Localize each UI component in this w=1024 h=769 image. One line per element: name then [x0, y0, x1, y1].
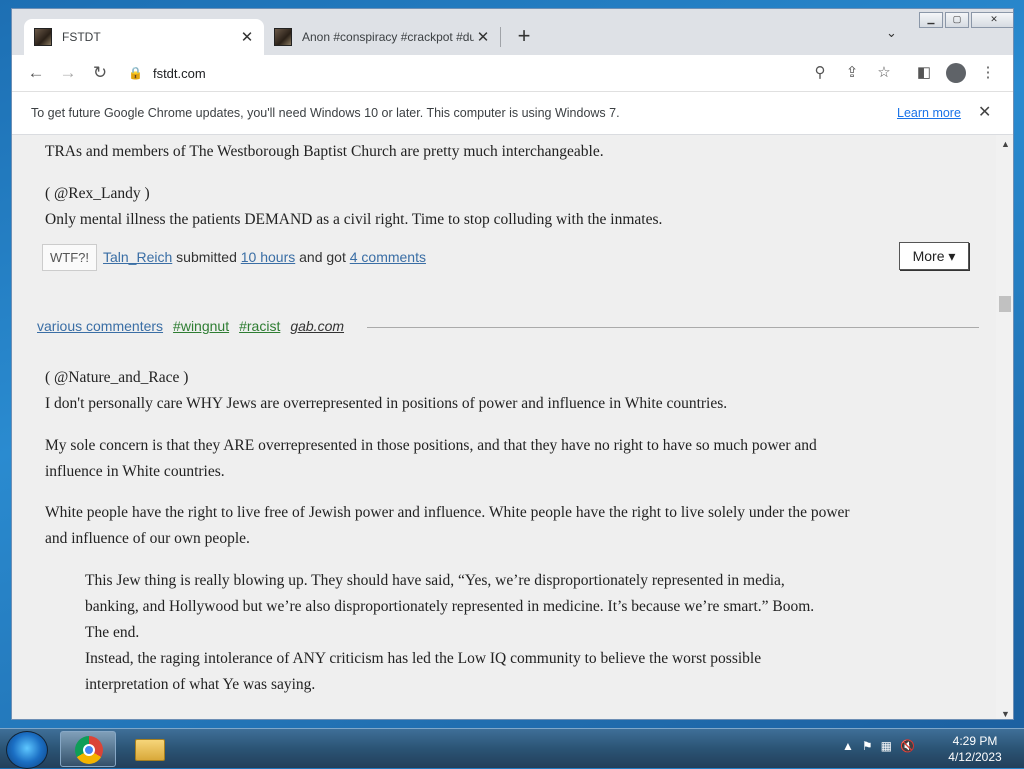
system-tray: ▲ ⚑ ▦ 🔇: [842, 739, 915, 753]
close-tab-icon[interactable]: ✕: [474, 28, 492, 46]
address-bar[interactable]: 🔒 fstdt.com: [122, 59, 842, 87]
header-divider: [367, 327, 979, 328]
post-text: Only mental illness the patients DEMAND …: [45, 211, 663, 228]
infobar-close-icon[interactable]: ✕: [978, 102, 991, 122]
share-icon[interactable]: ⇪: [842, 63, 862, 83]
chrome-icon: [75, 736, 103, 764]
infobar-text: To get future Google Chrome updates, you…: [31, 106, 620, 120]
menu-kebab-icon[interactable]: ⋮: [978, 63, 998, 83]
chrome-window: FSTDT ✕ Anon #conspiracy #crackpot #dumb…: [11, 8, 1014, 720]
post-meta: WTF?! Taln_Reich submitted 10 hours and …: [42, 242, 426, 272]
quote-text: banking, and Hollywood but we’re also di…: [85, 598, 815, 615]
tab-title: FSTDT: [62, 30, 101, 44]
taskbar: ▲ ⚑ ▦ 🔇 4:29 PM 4/12/2023: [0, 728, 1024, 769]
site-link[interactable]: gab.com: [290, 318, 344, 334]
reload-button[interactable]: ↻: [88, 61, 112, 85]
time-link[interactable]: 10 hours: [241, 249, 295, 265]
tag-link[interactable]: #wingnut: [173, 318, 229, 334]
forward-button[interactable]: →: [56, 61, 80, 85]
toolbar: ← → ↻ 🔒 fstdt.com ⚲ ⇪ ☆ ◧ ⋮: [12, 55, 1013, 91]
quote-text: This Jew thing is really blowing up. The…: [85, 572, 785, 589]
taskbar-chrome-button[interactable]: [60, 731, 116, 767]
network-icon[interactable]: ▦: [881, 739, 892, 753]
post-text: influence in White countries.: [45, 463, 225, 480]
wtf-button[interactable]: WTF?!: [42, 243, 97, 271]
update-infobar: To get future Google Chrome updates, you…: [12, 91, 1013, 135]
tab-title: Anon #conspiracy #crackpot #dumb: [302, 30, 474, 44]
tab-search-chevron-icon[interactable]: ⌄: [886, 25, 897, 41]
maximize-button[interactable]: ▢: [945, 12, 969, 28]
url-text: fstdt.com: [152, 65, 206, 81]
side-panel-icon[interactable]: ◧: [914, 63, 934, 83]
more-button[interactable]: More ▾: [899, 242, 969, 270]
tab-anon[interactable]: Anon #conspiracy #crackpot #dumb ✕: [264, 19, 500, 55]
profile-avatar[interactable]: [946, 63, 966, 83]
scroll-down-arrow-icon[interactable]: ▼: [1001, 709, 1010, 719]
new-tab-button[interactable]: +: [512, 23, 536, 49]
post-header: various commenters #wingnut #racist gab.…: [37, 318, 354, 334]
minimize-button[interactable]: ▁: [919, 12, 943, 28]
quote-text: Instead, the raging intolerance of ANY c…: [85, 650, 762, 667]
tag-link[interactable]: #racist: [239, 318, 280, 334]
tab-strip: FSTDT ✕ Anon #conspiracy #crackpot #dumb…: [12, 9, 1013, 55]
site-favicon-icon: [274, 28, 292, 46]
back-button[interactable]: ←: [24, 61, 48, 85]
zoom-icon[interactable]: ⚲: [810, 63, 830, 83]
taskbar-clock[interactable]: 4:29 PM 4/12/2023: [940, 733, 1010, 765]
post-text: My sole concern is that they ARE overrep…: [45, 437, 817, 454]
page-scrollbar[interactable]: ▲ ▼: [996, 135, 1013, 719]
post-text: White people have the right to live free…: [45, 504, 850, 521]
start-button[interactable]: [6, 731, 48, 769]
post-text: I don't personally care WHY Jews are ove…: [45, 395, 728, 412]
post-text: and influence of our own people.: [45, 530, 250, 547]
window-controls: ▁ ▢ ✕: [917, 12, 1013, 28]
site-favicon-icon: [34, 28, 52, 46]
scroll-up-arrow-icon[interactable]: ▲: [1001, 139, 1010, 149]
source-name-link[interactable]: various commenters: [37, 318, 163, 334]
bookmark-star-icon[interactable]: ☆: [874, 63, 894, 83]
submitted-text: submitted: [176, 249, 237, 265]
got-text: and got: [299, 249, 346, 265]
folder-icon: [135, 739, 165, 761]
submitter-link[interactable]: Taln_Reich: [103, 249, 172, 265]
show-hidden-icons-icon[interactable]: ▲: [842, 739, 854, 753]
post-author: ( @Rex_Landy ): [45, 185, 150, 202]
clock-date: 4/12/2023: [948, 750, 1002, 764]
tab-fstdt[interactable]: FSTDT ✕: [24, 19, 264, 55]
lock-icon: 🔒: [128, 66, 143, 80]
post-author: ( @Nature_and_Race ): [45, 369, 189, 386]
volume-muted-icon[interactable]: 🔇: [900, 739, 915, 753]
taskbar-explorer-button[interactable]: [120, 731, 176, 767]
quote-text: The end.: [85, 624, 140, 641]
comments-link[interactable]: 4 comments: [350, 249, 426, 265]
page-content: TRAs and members of The Westborough Bapt…: [12, 135, 996, 719]
tab-separator: [500, 27, 501, 47]
scrollbar-thumb[interactable]: [999, 296, 1011, 312]
post-text: TRAs and members of The Westborough Bapt…: [45, 143, 604, 160]
learn-more-link[interactable]: Learn more: [897, 106, 961, 120]
close-tab-icon[interactable]: ✕: [238, 28, 256, 46]
clock-time: 4:29 PM: [952, 734, 998, 748]
close-window-button[interactable]: ✕: [971, 12, 1013, 28]
action-center-flag-icon[interactable]: ⚑: [862, 739, 873, 753]
quote-text: interpretation of what Ye was saying.: [85, 676, 316, 693]
